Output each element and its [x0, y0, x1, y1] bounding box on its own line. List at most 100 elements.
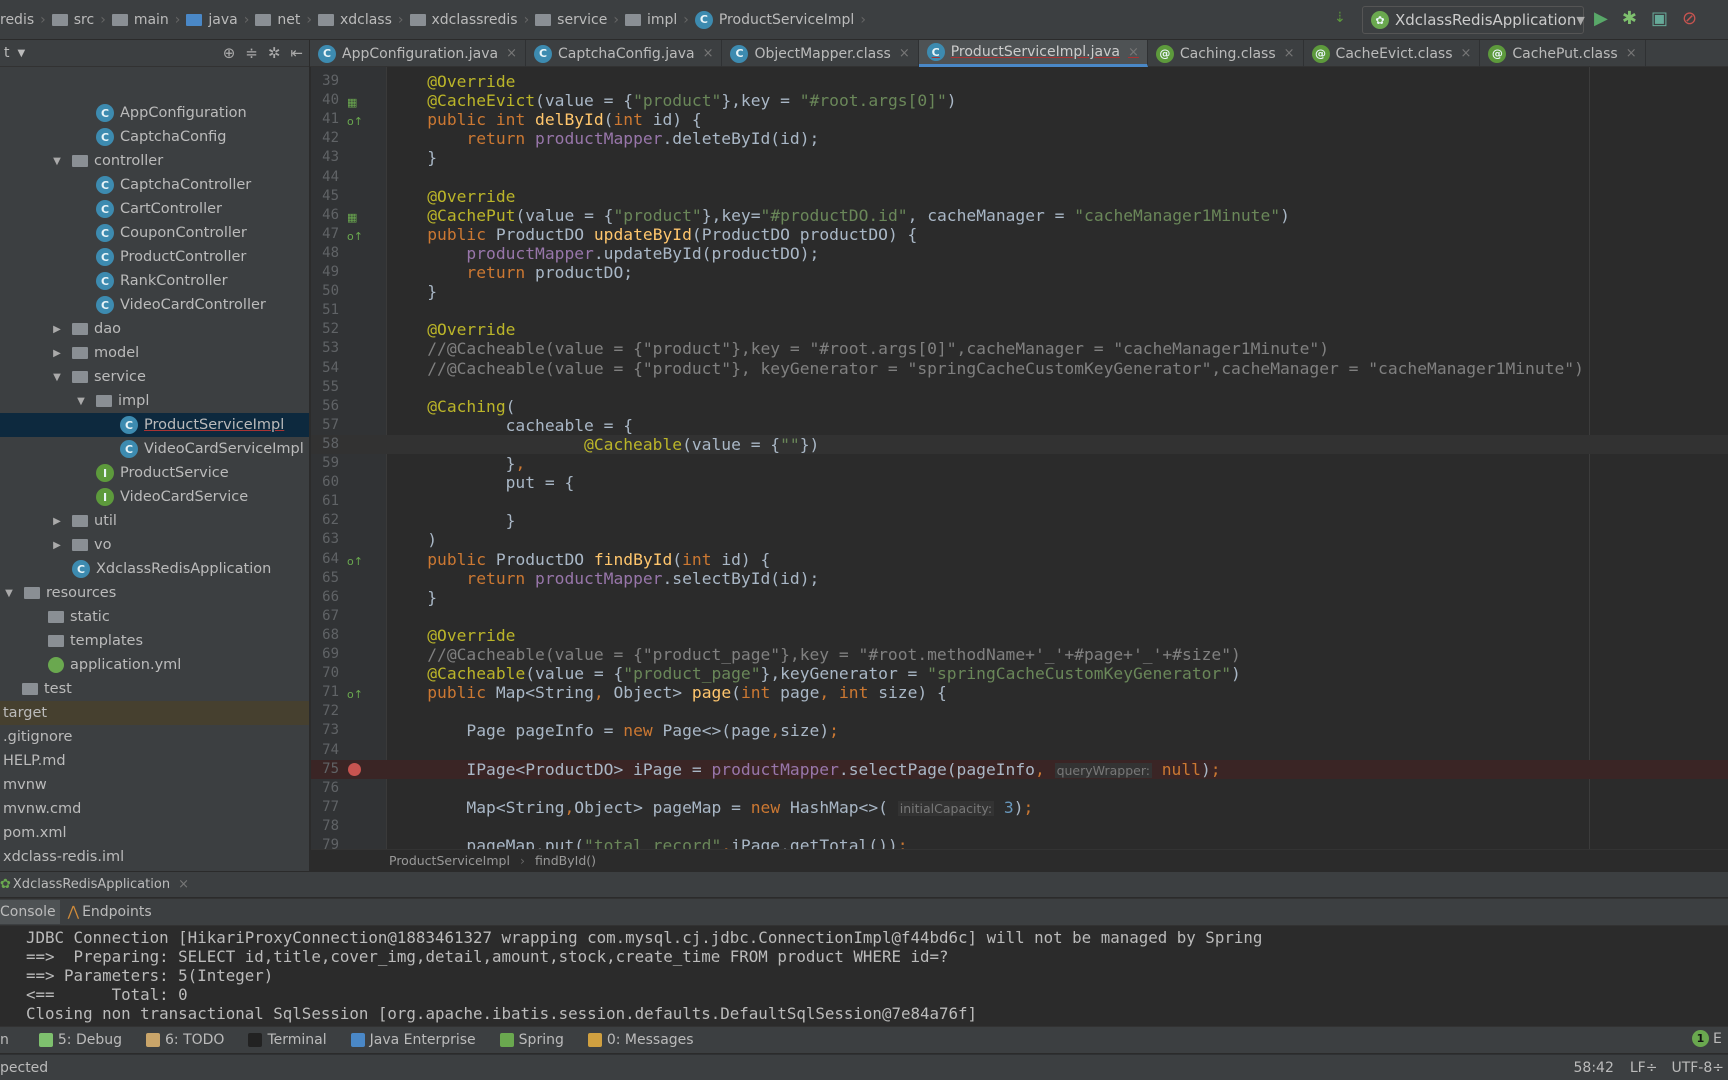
tree-item[interactable]: C CouponController	[0, 221, 309, 245]
breadcrumb-item[interactable]: impl ›	[624, 12, 689, 28]
code-token: ,	[564, 797, 575, 817]
tab-captchaconfig-java[interactable]: C CaptchaConfig.java ×	[526, 40, 723, 67]
chevron-down-icon[interactable]: ▼	[50, 156, 64, 167]
tree-item-label: AppConfiguration	[120, 105, 247, 121]
tab-objectmapper-class[interactable]: C ObjectMapper.class ×	[722, 40, 919, 67]
tree-item[interactable]: C RankController	[0, 269, 309, 293]
stop-icon[interactable]: ⊘	[1682, 8, 1697, 29]
chevron-right-icon[interactable]: ▶	[50, 516, 64, 527]
chevron-right-icon[interactable]: ▶	[50, 348, 64, 359]
close-icon[interactable]: ×	[1626, 46, 1637, 61]
close-icon[interactable]: ×	[178, 877, 189, 892]
breadcrumb-class[interactable]: ProductServiceImpl	[389, 853, 510, 868]
chevron-down-icon[interactable]: ▼	[50, 372, 64, 383]
tree-item[interactable]: ▶ vo	[0, 533, 309, 557]
console-output[interactable]: JDBC Connection [HikariProxyConnection@1…	[0, 926, 1728, 1026]
tree-item[interactable]: C CaptchaController	[0, 173, 309, 197]
tree-item[interactable]: xdclass-redis.iml	[0, 845, 309, 869]
breadcrumb-item[interactable]: redis ›	[0, 12, 46, 28]
close-icon[interactable]: ×	[506, 46, 517, 61]
event-log[interactable]: 1 E	[1692, 1030, 1722, 1047]
breadcrumb-item[interactable]: java ›	[186, 12, 249, 28]
breadcrumb-item[interactable]: xdclassredis ›	[409, 12, 529, 28]
tool-window-todo[interactable]: 6: TODO	[146, 1032, 224, 1048]
tab-appconfiguration-java[interactable]: C AppConfiguration.java ×	[310, 40, 526, 67]
tree-item[interactable]: ▼ impl	[0, 389, 309, 413]
tree-item[interactable]: ▶ model	[0, 341, 309, 365]
breadcrumb-item[interactable]: service ›	[535, 12, 619, 28]
tool-window-none[interactable]: n	[0, 1032, 9, 1048]
tool-window-bug[interactable]: 5: Debug	[38, 1032, 122, 1048]
gear-icon[interactable]: ✲	[268, 44, 281, 62]
tree-item[interactable]: C VideoCardServiceImpl	[0, 437, 309, 461]
tree-item[interactable]: mvnw	[0, 773, 309, 797]
tab-console[interactable]: Console	[0, 900, 60, 924]
run-icon[interactable]: ▶	[1594, 8, 1608, 29]
tree-item[interactable]: ▼ service	[0, 365, 309, 389]
tree-item[interactable]: ▶ dao	[0, 317, 309, 341]
tree-item[interactable]: C VideoCardController	[0, 293, 309, 317]
breadcrumb-item[interactable]: main ›	[111, 12, 180, 28]
close-icon[interactable]: ×	[703, 46, 714, 61]
chevron-right-icon[interactable]: ▶	[50, 540, 64, 551]
tree-item[interactable]: C CaptchaConfig	[0, 125, 309, 149]
tab-productserviceimpl-java[interactable]: C ProductServiceImpl.java ×	[918, 40, 1148, 67]
tree-item[interactable]: ▶ util	[0, 509, 309, 533]
chevron-down-icon[interactable]: ▼	[74, 396, 88, 407]
run-tab[interactable]: XdclassRedisApplication	[13, 877, 170, 892]
tree-item[interactable]: HELP.md	[0, 749, 309, 773]
file-encoding[interactable]: UTF-8÷	[1671, 1060, 1724, 1076]
run-configuration-select[interactable]: ✿ XdclassRedisApplication ▼	[1362, 6, 1585, 34]
tab-caching-class[interactable]: @ Caching.class ×	[1148, 40, 1304, 67]
close-icon[interactable]: ×	[899, 46, 910, 61]
collapse-all-icon[interactable]: ≑	[245, 44, 258, 62]
tree-item[interactable]: application.yml	[0, 653, 309, 677]
tree-item[interactable]: mvnw.cmd	[0, 797, 309, 821]
tree-item[interactable]: .gitignore	[0, 725, 309, 749]
tool-window-terminal[interactable]: Terminal	[248, 1032, 327, 1048]
chevron-down-icon[interactable]: ▼	[2, 588, 16, 599]
build-icon[interactable]: ⇣	[1334, 10, 1346, 26]
close-icon[interactable]: ×	[1128, 45, 1139, 60]
tree-item[interactable]: target	[0, 701, 309, 725]
tree-item[interactable]: ▼ controller	[0, 149, 309, 173]
tree-item[interactable]: ▼ resources	[0, 581, 309, 605]
breadcrumb-method[interactable]: findById()	[535, 853, 596, 868]
tree-item[interactable]: templates	[0, 629, 309, 653]
breadcrumb-item[interactable]: xdclass ›	[317, 12, 404, 28]
project-view-select[interactable]: t	[4, 45, 10, 61]
tree-item[interactable]: C XdclassRedisApplication	[0, 557, 309, 581]
tree-item[interactable]: C ProductServiceImpl	[0, 413, 309, 437]
line-separator[interactable]: LF÷	[1630, 1060, 1658, 1076]
tab-cacheput-class[interactable]: @ CachePut.class ×	[1480, 40, 1646, 67]
tree-item[interactable]: pom.xml	[0, 821, 309, 845]
breadcrumb-item[interactable]: C ProductServiceImpl ›	[694, 10, 866, 29]
breadcrumb-item[interactable]: net ›	[255, 12, 312, 28]
code-editor[interactable]: 39 @Override 40 ▦ @CacheEvict(value = {"pr…	[311, 67, 1728, 849]
tree-item[interactable]: C ProductController	[0, 245, 309, 269]
tree-item[interactable]: static	[0, 605, 309, 629]
tab-endpoints[interactable]: Endpoints	[82, 904, 152, 920]
tree-item[interactable]: test	[0, 677, 309, 701]
coverage-icon[interactable]: ▣	[1651, 8, 1668, 29]
tool-window-messages[interactable]: 0: Messages	[587, 1032, 694, 1048]
tree-item[interactable]: I ProductService	[0, 461, 309, 485]
tool-window-spring-leaf[interactable]: Spring	[499, 1032, 564, 1048]
caret-position[interactable]: 58:42	[1574, 1060, 1614, 1076]
debug-icon[interactable]: ✱	[1622, 8, 1637, 29]
breadcrumb-item[interactable]: src ›	[51, 12, 106, 28]
tree-item[interactable]: C AppConfiguration	[0, 101, 309, 125]
chevron-right-icon[interactable]: ▶	[50, 324, 64, 335]
close-icon[interactable]: ×	[1284, 46, 1295, 61]
hide-icon[interactable]: ⇤	[290, 44, 303, 62]
tool-window-java-enterprise[interactable]: Java Enterprise	[350, 1032, 476, 1048]
locate-icon[interactable]: ⊕	[223, 44, 236, 62]
breakpoint-icon[interactable]	[348, 762, 361, 776]
tree-item[interactable]: I VideoCardService	[0, 485, 309, 509]
close-icon[interactable]: ×	[1461, 46, 1472, 61]
chevron-down-icon[interactable]: ▼	[18, 48, 26, 59]
tab-cacheevict-class[interactable]: @ CacheEvict.class ×	[1304, 40, 1481, 67]
tree-item[interactable]: C CartController	[0, 197, 309, 221]
